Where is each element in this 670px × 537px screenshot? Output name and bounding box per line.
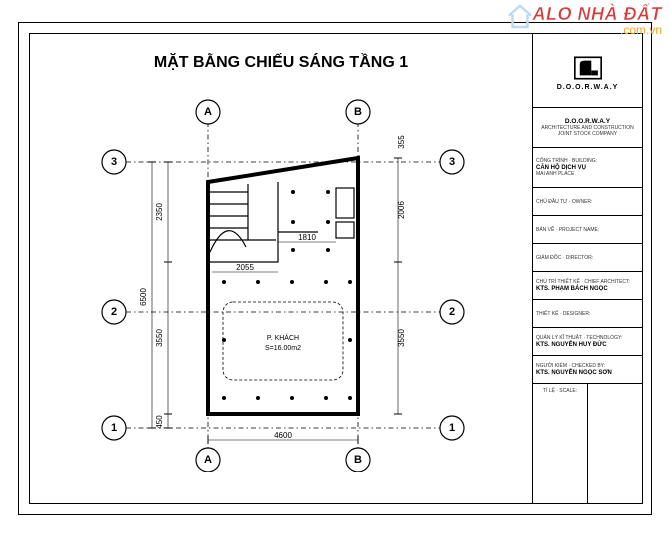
grid-bubble-a-top: A [204, 106, 212, 118]
grid-bubble-2l: 2 [111, 306, 117, 318]
brand-name: D.O.O.R.W.A.Y [536, 84, 639, 91]
dim-355: 355 [397, 135, 406, 149]
grid-bubble-b-bot: B [354, 454, 362, 466]
dim-2006: 2006 [397, 201, 406, 219]
architect-cell: CHỦ TRÌ THIẾT KẾ · CHIEF ARCHITECT: KTS.… [533, 272, 642, 300]
scale-cell: TỈ LỆ · SCALE: [533, 384, 642, 503]
brand-sub-cell: D.O.O.R.W.A.Y ARCHITECTURE AND CONSTRUCT… [533, 108, 642, 148]
dim-2055: 2055 [236, 263, 254, 272]
counter [336, 188, 354, 218]
dim-2350: 2350 [155, 203, 164, 221]
dim-1810: 1810 [298, 233, 316, 242]
owner-cell: CHỦ ĐẦU TƯ · OWNER: [533, 188, 642, 216]
dim-w-total: 4600 [274, 431, 292, 440]
tech-cell: QUẢN LÝ KĨ THUẬT · TECHNOLOGY: KTS. NGUY… [533, 328, 642, 356]
dim-450: 450 [155, 415, 164, 429]
grid-bubble-3l: 3 [111, 156, 117, 168]
room-label-pkhach: P. KHÁCH [267, 333, 299, 342]
stair-partition [208, 182, 278, 262]
room-area-pkhach: S=16.00m2 [265, 345, 301, 352]
designer-cell: THIẾT KẾ · DESIGNER: [533, 300, 642, 328]
grid-bubble-2r: 2 [449, 306, 455, 318]
staircase [210, 184, 276, 252]
title-block: D.O.O.R.W.A.Y D.O.O.R.W.A.Y ARCHITECTURE… [533, 33, 643, 504]
grid-bubble-a-bot: A [204, 454, 212, 466]
doorway-logo-icon [571, 54, 605, 82]
drawing-title: MẶT BẰNG CHIẾU SÁNG TẦNG 1 [30, 54, 532, 72]
grid-bubble-1r: 1 [449, 422, 455, 434]
dim-h-total: 6500 [139, 288, 148, 306]
sheet-outer: MẶT BẰNG CHIẾU SÁNG TẦNG 1 A B A B 3 2 1 [18, 22, 652, 515]
dim-3550l: 3550 [155, 329, 164, 347]
dim-3550r: 3550 [397, 329, 406, 347]
logo-cell: D.O.O.R.W.A.Y [533, 34, 642, 108]
check-cell: NGƯỜI KIỂM · CHECKED BY: KTS. NGUYỄN NGỌ… [533, 356, 642, 384]
ceiling-lights [222, 190, 352, 400]
appliance [336, 222, 354, 238]
sheet-frame: MẶT BẰNG CHIẾU SÁNG TẦNG 1 A B A B 3 2 1 [29, 33, 643, 504]
floor-plan: A B A B 3 2 1 3 2 1 [78, 92, 468, 472]
grid-bubble-1l: 1 [111, 422, 117, 434]
grid-bubble-b-top: B [354, 106, 362, 118]
project-cell: CÔNG TRÌNH · BUILDING: CĂN HỘ DỊCH VỤ MA… [533, 148, 642, 188]
director-cell: GIÁM ĐỐC · DIRECTOR: [533, 244, 642, 272]
grid-bubble-3r: 3 [449, 156, 455, 168]
drawing-name-cell: BẢN VẼ · PROJECT NAME: [533, 216, 642, 244]
drawing-area: MẶT BẰNG CHIẾU SÁNG TẦNG 1 A B A B 3 2 1 [29, 33, 533, 504]
